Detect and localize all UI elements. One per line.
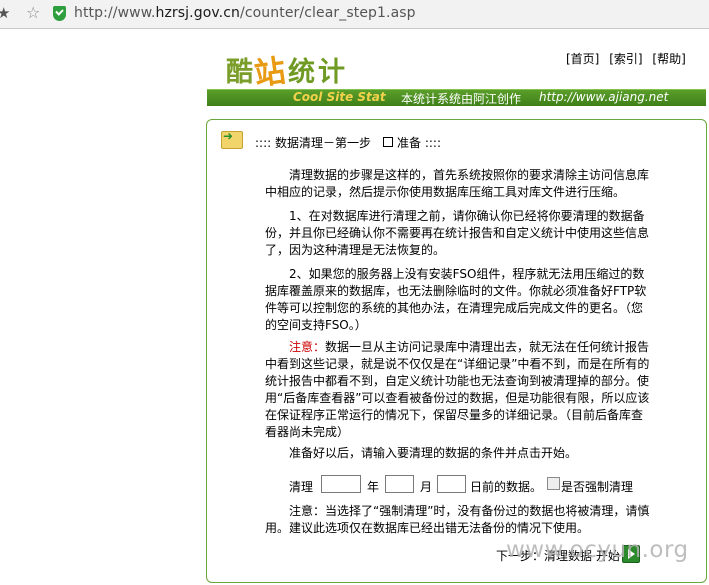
force-clean-checkbox[interactable] [547,477,560,490]
square-icon [383,137,393,147]
logo-char-4: 计 [318,57,345,88]
logo-char-3: 统 [288,57,315,88]
url-path: /counter/clear_step1.asp [240,5,416,21]
bookmark-star-icon[interactable]: ☆ [26,3,40,22]
day-input[interactable] [437,475,466,493]
main-panel: :::: 数据清理－第一步 准备 :::: 清理数据的步骤是这样的，首先系统按照你… [206,119,707,583]
fso-notice-paragraph: 2、如果您的服务器上没有安装FSO组件，程序就无法用压缩过的数据库覆盖原来的数据… [265,267,647,332]
credit-text: 本统计系统由阿江创作 [401,92,522,106]
warning-paragraph: 注意：数据一旦从主访问记录库中清理出去，就无法在任何统计报告中看到这些记录，就是… [265,339,653,441]
month-label: 月 [420,480,433,494]
day-suffix-label: 日前的数据。 [470,480,543,494]
site-logo: 酷 站 统 计 [226,47,356,93]
year-label: 年 [367,480,380,494]
instruction-paragraph: 准备好以后，请输入要清理的数据的条件并点击开始。 [289,446,578,460]
force-clean-label: 是否强制清理 [561,480,634,494]
logo-char-1: 酷 [226,57,253,88]
intro-paragraph: 清理数据的步骤是这样的，首先系统按照你的要求清除主访问信息库中相应的记录，然后提… [265,168,650,199]
nav-home-link[interactable]: [首页] [566,52,599,66]
warning-text: 数据一旦从主访问记录库中清理出去，就无法在任何统计报告中看到这些记录，就是说不仅… [265,340,650,439]
url-host: hzrsj.gov.cn [155,5,240,21]
month-input[interactable] [385,475,414,493]
step-title-prefix: :::: 数据清理－第一步 [255,136,371,150]
watermark-text: www.ocyun.org [506,537,689,563]
star-icon-left[interactable]: ★ [0,4,10,22]
url-prefix: http://www. [74,5,156,21]
secure-shield-icon[interactable] [53,6,66,21]
brand-bar: Cool Site Stat 本统计系统由阿江创作 http://www.aji… [207,89,706,106]
step-title-suffix: 准备 :::: [397,136,441,150]
nav-index-link[interactable]: [索引] [609,52,642,66]
url-field[interactable]: http://www.hzrsj.gov.cn/counter/clear_st… [74,5,416,21]
nav-help-link[interactable]: [帮助] [652,52,685,66]
clean-label: 清理 [289,480,314,494]
brand-name: Cool Site Stat [293,90,386,104]
folder-icon [221,129,243,149]
year-input[interactable] [321,475,361,493]
warning-label: 注意： [289,340,326,354]
logo-char-2: 站 [252,52,288,93]
backup-notice-paragraph: 1、在对数据库进行清理之前，请你确认你已经将你要清理的数据备份，并且你已经确认你… [265,209,650,257]
address-bar: ★ ☆ http://www.hzrsj.gov.cn/counter/clea… [0,0,709,29]
step-title: :::: 数据清理－第一步 准备 :::: [255,134,441,151]
force-notice-paragraph: 注意：当选择了“强制清理”时，没有备份过的数据也将被清理，请慎用。建议此选项仅在… [265,504,650,535]
top-nav: [首页] [索引] [帮助] [566,50,692,67]
author-site-link[interactable]: http://www.ajiang.net [539,90,668,104]
